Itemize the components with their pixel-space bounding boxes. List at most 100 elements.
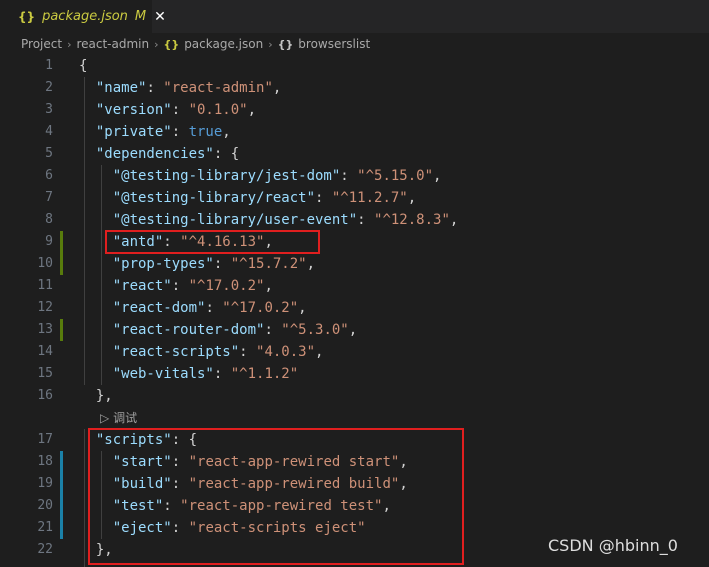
json-file-icon: {} (163, 37, 180, 51)
code-line[interactable]: 6 "@testing-library/jest-dom": "^5.15.0"… (0, 165, 709, 187)
json-punctuation (79, 190, 113, 206)
code-line[interactable]: 18 "start": "react-app-rewired start", (0, 451, 709, 473)
code-line[interactable]: 4 "private": true, (0, 121, 709, 143)
json-punctuation (79, 256, 113, 272)
json-punctuation (79, 300, 113, 316)
line-number: 13 (37, 322, 53, 337)
json-string: "^11.2.7" (331, 190, 408, 206)
json-punctuation (79, 454, 113, 470)
line-number: 3 (45, 102, 53, 117)
json-punctuation: : (171, 102, 189, 118)
breadcrumb-item-package-json[interactable]: package.json (184, 37, 263, 51)
play-icon: ▷ (100, 411, 110, 425)
code-text: "test": "react-app-rewired test", (79, 495, 391, 517)
code-line[interactable]: 13 "react-router-dom": "^5.3.0", (0, 319, 709, 341)
json-punctuation: , (399, 476, 408, 492)
json-punctuation (79, 168, 113, 184)
chevron-right-icon: › (154, 37, 159, 51)
code-text: "prop-types": "^15.7.2", (79, 253, 315, 275)
code-line[interactable]: 8 "@testing-library/user-event": "^12.8.… (0, 209, 709, 231)
json-punctuation (79, 476, 113, 492)
code-line[interactable]: 5 "dependencies": { (0, 143, 709, 165)
json-key: "react-dom" (112, 300, 206, 316)
code-line[interactable]: 7 "@testing-library/react": "^11.2.7", (0, 187, 709, 209)
json-punctuation (79, 124, 96, 140)
json-punctuation: : (213, 366, 231, 382)
code-line[interactable]: 17 "scripts": { (0, 429, 709, 451)
json-punctuation (79, 498, 113, 514)
json-key: "private" (95, 124, 172, 140)
code-line[interactable]: 19 "build": "react-app-rewired build", (0, 473, 709, 495)
json-punctuation: : { (171, 432, 198, 448)
json-punctuation: : (146, 80, 164, 96)
json-punctuation: : (163, 234, 181, 250)
json-key: "antd" (112, 234, 164, 250)
json-key: "dependencies" (95, 146, 214, 162)
code-text: "react-dom": "^17.0.2", (79, 297, 307, 319)
json-punctuation: : (171, 476, 189, 492)
code-text: "react-router-dom": "^5.3.0", (79, 319, 357, 341)
line-number: 6 (45, 168, 53, 183)
line-number: 10 (37, 256, 53, 271)
code-text: "version": "0.1.0", (79, 99, 256, 121)
line-number: 20 (37, 498, 53, 513)
code-line[interactable]: 1{ (0, 55, 709, 77)
breadcrumb-item-project[interactable]: Project (21, 37, 62, 51)
json-key: "web-vitals" (112, 366, 214, 382)
json-string: "react-scripts eject" (188, 520, 366, 536)
json-literal: true (188, 124, 223, 140)
close-icon[interactable]: ✕ (154, 9, 166, 25)
line-number: 4 (45, 124, 53, 139)
json-punctuation: , (315, 344, 324, 360)
json-punctuation: }, (79, 388, 113, 404)
chevron-right-icon: › (67, 37, 72, 51)
code-text: "build": "react-app-rewired build", (79, 473, 408, 495)
json-punctuation (79, 212, 113, 228)
json-punctuation: : (315, 190, 332, 206)
json-string: "react-app-rewired test" (180, 498, 383, 514)
json-object-icon: {} (277, 37, 294, 51)
json-key: "@testing-library/user-event" (112, 212, 358, 228)
code-line[interactable]: 14 "react-scripts": "4.0.3", (0, 341, 709, 363)
json-punctuation (79, 432, 96, 448)
code-line[interactable]: 16 }, (0, 385, 709, 407)
tab-bar: {} package.json M ✕ (0, 0, 709, 33)
json-punctuation: , (399, 454, 408, 470)
breadcrumb-item-browserslist[interactable]: browserslist (298, 37, 370, 51)
code-line[interactable]: 2 "name": "react-admin", (0, 77, 709, 99)
json-punctuation (79, 102, 96, 118)
line-number: 14 (37, 344, 53, 359)
json-string: "^5.3.0" (281, 322, 349, 338)
json-punctuation: : (264, 322, 282, 338)
code-text: "@testing-library/react": "^11.2.7", (79, 187, 416, 209)
code-line[interactable]: 9 "antd": "^4.16.13", (0, 231, 709, 253)
modified-badge: M (134, 9, 147, 24)
line-number: 19 (37, 476, 53, 491)
breadcrumb-item-react-admin[interactable]: react-admin (76, 37, 149, 51)
code-line[interactable]: 10 "prop-types": "^15.7.2", (0, 253, 709, 275)
json-punctuation: , (298, 300, 307, 316)
code-line[interactable]: 11 "react": "^17.0.2", (0, 275, 709, 297)
json-key: "eject" (112, 520, 172, 536)
code-line[interactable]: 15 "web-vitals": "^1.1.2" (0, 363, 709, 385)
code-text: "react-scripts": "4.0.3", (79, 341, 324, 363)
tab-package-json[interactable]: {} package.json M ✕ (0, 0, 166, 33)
json-punctuation: }, (79, 542, 113, 558)
json-punctuation: : (163, 498, 181, 514)
code-line[interactable]: 12 "react-dom": "^17.0.2", (0, 297, 709, 319)
code-line[interactable]: 20 "test": "react-app-rewired test", (0, 495, 709, 517)
json-punctuation: { (79, 58, 88, 74)
json-punctuation: , (247, 102, 257, 118)
line-number: 15 (37, 366, 53, 381)
json-punctuation (79, 520, 113, 536)
json-string: "react-admin" (163, 80, 273, 96)
json-punctuation (79, 278, 113, 294)
code-editor[interactable]: ▷ 调试 1{2 "name": "react-admin", 3 "versio… (0, 55, 709, 567)
json-key: "react-scripts" (112, 344, 240, 360)
json-punctuation (79, 366, 113, 382)
json-string: "^15.7.2" (230, 256, 307, 272)
line-number: 9 (45, 234, 53, 249)
json-punctuation: , (348, 322, 358, 338)
code-line[interactable]: 3 "version": "0.1.0", (0, 99, 709, 121)
debug-code-lens[interactable]: ▷ 调试 (100, 407, 137, 429)
